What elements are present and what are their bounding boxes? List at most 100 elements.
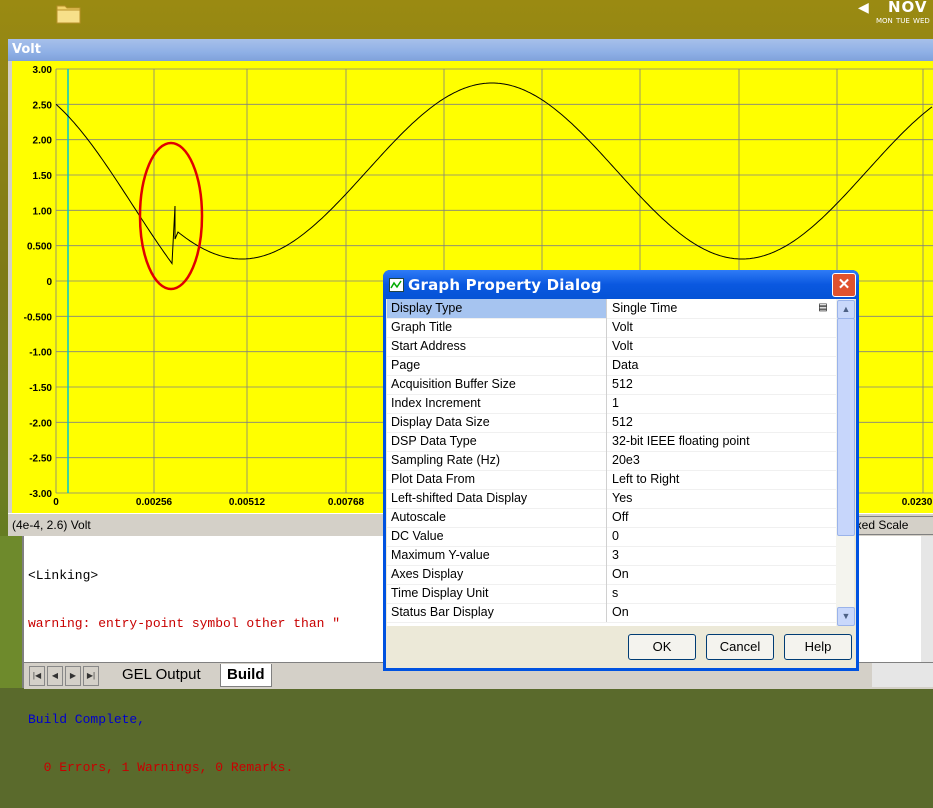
y-tick-label: 1.00 [33, 206, 53, 217]
graph-window-titlebar[interactable]: Volt [8, 39, 933, 61]
property-value[interactable]: Single Time [612, 301, 677, 315]
property-row[interactable]: Index Increment 1 [387, 394, 836, 414]
property-name: Status Bar Display [391, 605, 494, 619]
scale-mode-indicator: ixed Scale [848, 516, 933, 535]
property-row[interactable]: Sampling Rate (Hz) 20e3 [387, 451, 836, 471]
calendar-weekdays: MON TUE WED [876, 17, 930, 25]
property-value[interactable]: 512 [612, 377, 633, 391]
x-tick-label: 0.00512 [229, 497, 266, 508]
close-icon[interactable]: ✕ [832, 273, 856, 297]
property-value[interactable]: 512 [612, 415, 633, 429]
property-value[interactable]: 32-bit IEEE floating point [612, 434, 750, 448]
property-row[interactable]: Graph Title Volt [387, 318, 836, 338]
property-row[interactable]: Display Type Single Time ▤ [387, 299, 836, 319]
column-divider [606, 375, 607, 394]
property-name: Acquisition Buffer Size [391, 377, 516, 391]
column-divider [606, 565, 607, 584]
column-divider [606, 584, 607, 603]
column-divider [606, 546, 607, 565]
property-row[interactable]: DC Value 0 [387, 527, 836, 547]
property-scrollbar[interactable]: ▲ ▼ [836, 299, 855, 626]
property-value[interactable]: 1 [612, 396, 619, 410]
column-divider [606, 337, 607, 356]
property-name: Left-shifted Data Display [391, 491, 528, 505]
property-value[interactable]: Volt [612, 339, 633, 353]
property-name: DSP Data Type [391, 434, 477, 448]
cancel-button[interactable]: Cancel [706, 634, 774, 660]
column-divider [606, 356, 607, 375]
graph-icon [389, 278, 404, 292]
y-tick-label: -1.00 [29, 348, 52, 359]
property-name: Axes Display [391, 567, 464, 581]
prev-tab-icon[interactable]: ◀ [47, 666, 63, 686]
property-value[interactable]: Data [612, 358, 638, 372]
property-value[interactable]: Left to Right [612, 472, 679, 486]
dialog-title: Graph Property Dialog [408, 276, 602, 294]
last-tab-icon[interactable]: ▶| [83, 666, 99, 686]
property-row[interactable]: DSP Data Type 32-bit IEEE floating point [387, 432, 836, 452]
y-tick-label: -0.500 [24, 312, 53, 323]
column-divider [606, 299, 607, 318]
property-row[interactable]: Start Address Volt [387, 337, 836, 357]
property-row[interactable]: Acquisition Buffer Size 512 [387, 375, 836, 395]
column-divider [606, 470, 607, 489]
property-name: Page [391, 358, 421, 372]
calendar-widget[interactable]: ◀ NOV MON TUE WED [858, 0, 933, 36]
property-value[interactable]: 20e3 [612, 453, 640, 467]
column-divider [606, 394, 607, 413]
property-name: Time Display Unit [391, 586, 489, 600]
build-vertical-scrollbar[interactable] [921, 536, 933, 662]
scroll-down-icon[interactable]: ▼ [837, 607, 855, 626]
property-row[interactable]: Page Data [387, 356, 836, 376]
property-value[interactable]: On [612, 605, 629, 619]
y-tick-label: 0 [46, 277, 52, 288]
property-value[interactable]: s [612, 586, 618, 600]
help-button[interactable]: Help [784, 634, 852, 660]
property-row[interactable]: Plot Data From Left to Right [387, 470, 836, 490]
column-divider [606, 432, 607, 451]
column-divider [606, 603, 607, 622]
property-value[interactable]: 0 [612, 529, 619, 543]
y-tick-label: 0.500 [27, 242, 52, 253]
property-row[interactable]: Time Display Unit s [387, 584, 836, 604]
property-name: Display Data Size [391, 415, 490, 429]
property-row[interactable]: Display Data Size 512 [387, 413, 836, 433]
property-grid: Display Type Single Time ▤ Graph Title Volt S… [387, 299, 855, 626]
graph-window-title: Volt [12, 42, 41, 57]
folder-icon[interactable] [56, 2, 82, 24]
column-divider [606, 508, 607, 527]
property-value[interactable]: 3 [612, 548, 619, 562]
property-value[interactable]: Off [612, 510, 628, 524]
column-divider [606, 527, 607, 546]
first-tab-icon[interactable]: |◀ [29, 666, 45, 686]
y-tick-label: 2.50 [33, 100, 53, 111]
property-value[interactable]: Volt [612, 320, 633, 334]
dialog-titlebar[interactable]: Graph Property Dialog ✕ [383, 270, 859, 299]
tab-build[interactable]: Build [220, 664, 272, 687]
property-row[interactable]: Maximum Y-value 3 [387, 546, 836, 566]
property-name: Display Type [391, 301, 463, 315]
dropdown-icon[interactable]: ▤ [816, 301, 830, 315]
tab-gel-output[interactable]: GEL Output [116, 664, 207, 686]
next-tab-icon[interactable]: ▶ [65, 666, 81, 686]
scroll-thumb[interactable] [837, 318, 855, 536]
column-divider [606, 413, 607, 432]
y-tick-label: -1.50 [29, 383, 52, 394]
property-row[interactable]: Axes Display On [387, 565, 836, 585]
ok-button[interactable]: OK [628, 634, 696, 660]
property-row[interactable]: Status Bar Display On [387, 603, 836, 623]
property-name: Maximum Y-value [391, 548, 490, 562]
property-value[interactable]: On [612, 567, 629, 581]
property-row[interactable]: Autoscale Off [387, 508, 836, 528]
build-horizontal-scrollbar[interactable] [872, 663, 933, 687]
property-name: Start Address [391, 339, 467, 353]
x-tick-label: 0 [53, 497, 59, 508]
y-tick-label: -3.00 [29, 489, 52, 500]
property-value[interactable]: Yes [612, 491, 632, 505]
column-divider [606, 489, 607, 508]
property-row[interactable]: Left-shifted Data Display Yes [387, 489, 836, 509]
back-arrow-icon[interactable]: ◀ [858, 0, 869, 16]
y-tick-label: 3.00 [33, 65, 53, 76]
scroll-up-icon[interactable]: ▲ [837, 300, 855, 319]
x-tick-label: 0.0230 [902, 497, 933, 508]
